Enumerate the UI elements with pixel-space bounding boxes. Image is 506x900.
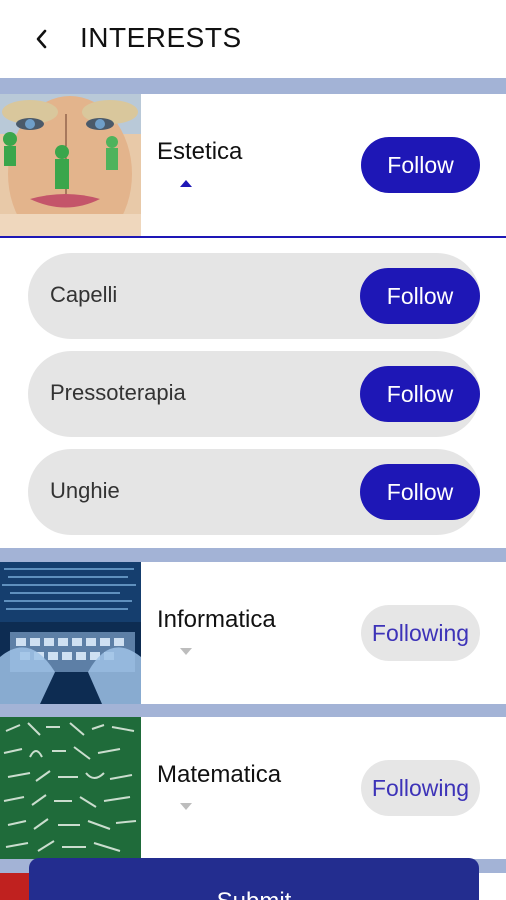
- submit-button[interactable]: Submit: [29, 858, 479, 900]
- follow-button-capelli[interactable]: Follow: [360, 268, 480, 324]
- caret-down-icon[interactable]: [180, 648, 192, 655]
- category-name: Informatica: [157, 606, 276, 633]
- category-row-informatica[interactable]: Informatica Following: [0, 562, 506, 704]
- follow-button-estetica[interactable]: Follow: [361, 137, 480, 193]
- following-button-informatica[interactable]: Following: [361, 605, 480, 661]
- follow-button-unghie[interactable]: Follow: [360, 464, 480, 520]
- chevron-left-icon: [36, 29, 47, 49]
- category-thumbnail-informatica: [0, 562, 141, 704]
- category-thumbnail-estetica: [0, 94, 141, 236]
- follow-button-pressoterapia[interactable]: Follow: [360, 366, 480, 422]
- back-button[interactable]: [26, 24, 56, 54]
- page-title: INTERESTS: [80, 22, 242, 53]
- category-thumbnail-matematica: [0, 717, 141, 859]
- category-name: Matematica: [157, 761, 282, 788]
- subcategory-label: Unghie: [50, 478, 120, 503]
- section-separator: [0, 78, 506, 94]
- category-name: Estetica: [157, 138, 243, 165]
- caret-up-icon[interactable]: [180, 180, 192, 187]
- app-header: INTERESTS: [0, 0, 506, 78]
- footer-strip: [0, 873, 30, 900]
- subcategory-label: Pressoterapia: [50, 380, 186, 405]
- following-button-matematica[interactable]: Following: [361, 760, 480, 816]
- subcategory-item-unghie: Unghie Follow: [28, 449, 480, 535]
- category-row-matematica[interactable]: Matematica Following: [0, 717, 506, 859]
- section-separator: [0, 704, 506, 717]
- caret-down-icon[interactable]: [180, 803, 192, 810]
- subcategory-item-pressoterapia: Pressoterapia Follow: [28, 351, 480, 437]
- subcategory-item-capelli: Capelli Follow: [28, 253, 480, 339]
- category-row-estetica[interactable]: Estetica Follow: [0, 94, 506, 238]
- section-separator: [0, 548, 506, 562]
- subcategory-label: Capelli: [50, 282, 118, 307]
